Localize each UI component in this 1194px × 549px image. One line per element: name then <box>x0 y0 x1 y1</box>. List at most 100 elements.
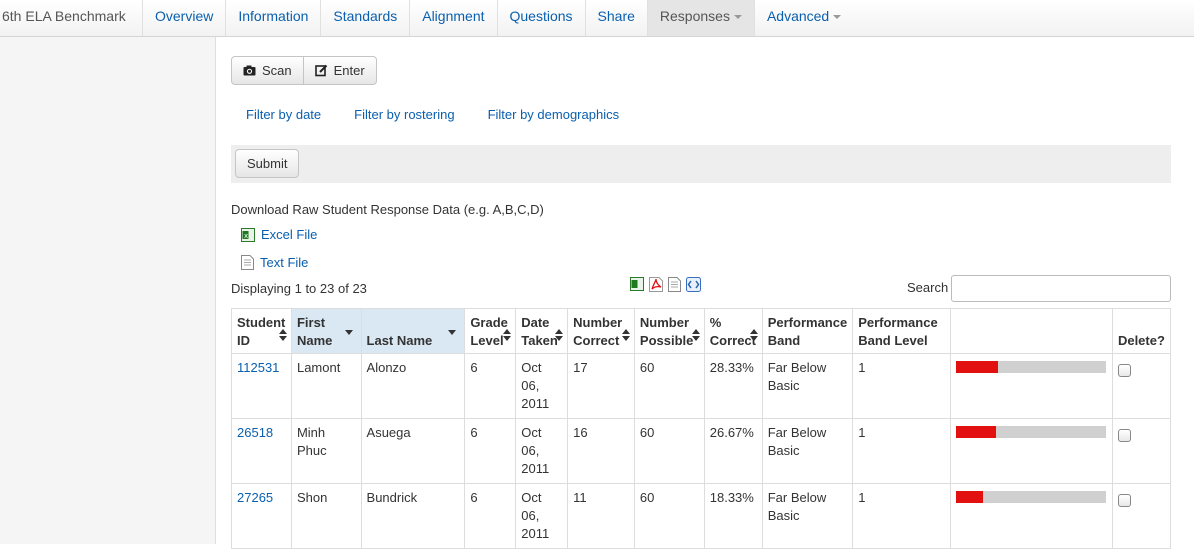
table-row: 112531 Lamont Alonzo 6 Oct 06, 2011 17 6… <box>231 353 1172 419</box>
text-download: Text File <box>241 255 308 270</box>
displaying-info: Displaying 1 to 23 of 23 <box>231 281 367 296</box>
table-row: 27265 Shon Bundrick 6 Oct 06, 2011 11 60… <box>231 483 1172 549</box>
text-file-link[interactable]: Text File <box>260 255 308 270</box>
delete-checkbox[interactable] <box>1117 364 1131 377</box>
date-cell: Oct 06, 2011 <box>515 483 569 549</box>
download-title: Download Raw Student Response Data (e.g.… <box>231 202 544 217</box>
excel-file-link[interactable]: Excel File <box>261 227 317 242</box>
percent-cell: 26.67% <box>703 418 763 484</box>
entry-button-group: Scan Enter <box>231 56 377 85</box>
tab-questions[interactable]: Questions <box>498 0 586 36</box>
col-number-possible[interactable]: Number Possible <box>633 308 705 354</box>
top-navbar: 6th ELA Benchmark Overview Information S… <box>0 0 1194 37</box>
score-bar-fill <box>955 491 984 503</box>
filter-by-date-link[interactable]: Filter by date <box>246 107 321 122</box>
col-first-name[interactable]: First Name <box>290 308 362 354</box>
sort-icon <box>749 329 758 341</box>
search-label: Search <box>907 280 949 295</box>
col-percent-correct[interactable]: % Correct <box>703 308 763 354</box>
sort-icon <box>621 329 630 341</box>
camera-icon <box>243 65 256 76</box>
tab-share[interactable]: Share <box>586 0 648 36</box>
band-cell: Far Below Basic <box>761 418 854 484</box>
submit-bar: Submit <box>231 145 1171 183</box>
student-id-link[interactable]: 26518 <box>237 425 273 440</box>
grade-cell: 6 <box>464 418 517 484</box>
tab-advanced[interactable]: Advanced <box>755 0 853 36</box>
tab-responses[interactable]: Responses <box>647 0 755 36</box>
excel-icon: x <box>241 227 255 242</box>
band-level-cell: 1 <box>852 418 951 484</box>
sort-desc-icon <box>344 330 353 335</box>
export-icons <box>630 277 701 292</box>
correct-cell: 17 <box>567 353 635 419</box>
band-cell: Far Below Basic <box>761 483 854 549</box>
table-header-row: Student ID First Name Last Name Grade Le… <box>231 308 1172 354</box>
band-level-cell: 1 <box>852 483 951 549</box>
first-name-cell: Shon <box>290 483 362 549</box>
enter-button[interactable]: Enter <box>303 56 377 85</box>
sort-icon <box>691 329 700 341</box>
correct-cell: 16 <box>567 418 635 484</box>
date-cell: Oct 06, 2011 <box>515 353 569 419</box>
possible-cell: 60 <box>633 353 705 419</box>
tab-alignment[interactable]: Alignment <box>410 0 498 36</box>
submit-button[interactable]: Submit <box>235 149 300 178</box>
col-number-correct[interactable]: Number Correct <box>567 308 635 354</box>
tab-standards[interactable]: Standards <box>321 0 411 36</box>
score-bar-fill <box>955 361 999 373</box>
band-level-cell: 1 <box>852 353 951 419</box>
scan-button[interactable]: Scan <box>231 56 304 85</box>
score-bar <box>955 426 1106 438</box>
sidebar <box>0 37 216 544</box>
delete-checkbox[interactable] <box>1117 494 1131 507</box>
grade-cell: 6 <box>464 483 517 549</box>
delete-checkbox[interactable] <box>1117 429 1131 442</box>
last-name-cell: Alonzo <box>360 353 466 419</box>
col-date-taken[interactable]: Date Taken <box>515 308 569 354</box>
col-performance-band-level: Performance Band Level <box>852 308 951 354</box>
col-last-name[interactable]: Last Name <box>360 308 466 354</box>
col-performance-band: Performance Band <box>761 308 854 354</box>
pdf-icon[interactable] <box>649 277 663 292</box>
excel-download: x Excel File <box>241 227 317 242</box>
filter-by-demographics-link[interactable]: Filter by demographics <box>488 107 620 122</box>
student-id-link[interactable]: 27265 <box>237 490 273 505</box>
main-content: Scan Enter Filter by date Filter by rost… <box>217 37 1194 549</box>
score-bar <box>955 361 1106 373</box>
col-delete: Delete? <box>1111 308 1172 354</box>
sort-icon <box>555 329 564 341</box>
percent-cell: 18.33% <box>703 483 763 549</box>
col-student-id[interactable]: Student ID <box>231 308 292 354</box>
excel-icon[interactable] <box>630 277 644 291</box>
xml-icon[interactable] <box>686 277 701 292</box>
sort-icon <box>503 329 512 341</box>
chevron-down-icon <box>733 15 742 20</box>
last-name-cell: Asuega <box>360 418 466 484</box>
tab-overview[interactable]: Overview <box>142 0 227 36</box>
col-grade-level[interactable]: Grade Level <box>464 308 517 354</box>
correct-cell: 11 <box>567 483 635 549</box>
tab-information[interactable]: Information <box>226 0 322 36</box>
filter-by-rostering-link[interactable]: Filter by rostering <box>354 107 454 122</box>
first-name-cell: Minh Phuc <box>290 418 362 484</box>
chevron-down-icon <box>833 15 842 20</box>
search-input[interactable] <box>951 275 1171 302</box>
percent-cell: 28.33% <box>703 353 763 419</box>
first-name-cell: Lamont <box>290 353 362 419</box>
possible-cell: 60 <box>633 418 705 484</box>
col-score-bar <box>949 308 1113 354</box>
table-row: 26518 Minh Phuc Asuega 6 Oct 06, 2011 16… <box>231 418 1172 484</box>
text-file-icon[interactable] <box>668 277 681 292</box>
sort-icon <box>278 329 287 341</box>
svg-text:x: x <box>244 232 248 240</box>
filter-links: Filter by date Filter by rostering Filte… <box>246 107 619 122</box>
date-cell: Oct 06, 2011 <box>515 418 569 484</box>
score-bar <box>955 491 1106 503</box>
edit-icon <box>314 64 327 77</box>
responses-table: Student ID First Name Last Name Grade Le… <box>231 308 1172 549</box>
sort-desc-icon <box>448 330 457 335</box>
student-id-link[interactable]: 112531 <box>237 360 279 375</box>
app-title: 6th ELA Benchmark <box>2 8 126 24</box>
grade-cell: 6 <box>464 353 517 419</box>
